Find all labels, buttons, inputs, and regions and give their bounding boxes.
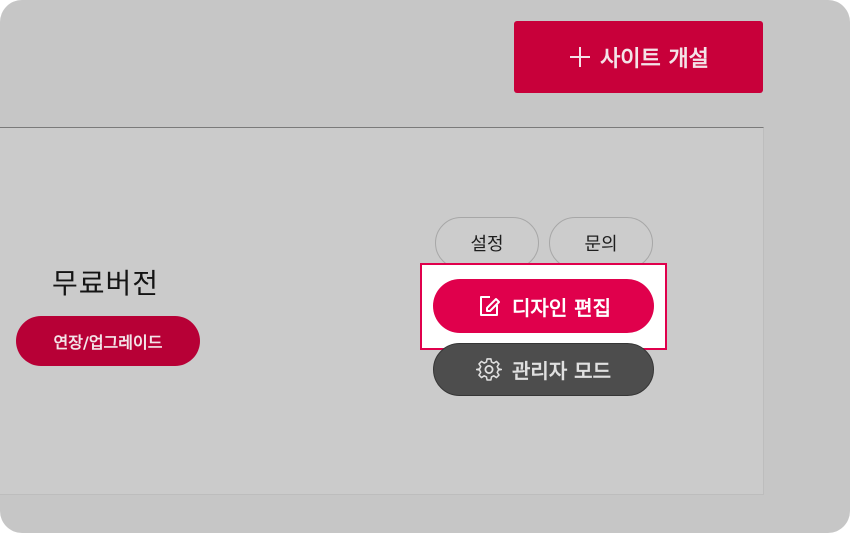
dimmed-backdrop: 사이트 개설 무료버전 연장/업그레이드 설정 문의 디자인 편집 관리자 모드 <box>0 0 850 533</box>
plus-icon <box>570 47 591 67</box>
inquiry-button[interactable]: 문의 <box>549 217 653 269</box>
design-edit-label: 디자인 편집 <box>512 295 611 320</box>
admin-mode-label: 관리자 모드 <box>512 359 611 383</box>
create-site-button[interactable]: 사이트 개설 <box>514 21 763 93</box>
create-site-label: 사이트 개설 <box>600 47 709 72</box>
edit-icon <box>480 296 501 316</box>
plan-name: 무료버전 <box>52 267 160 300</box>
admin-mode-button[interactable]: 관리자 모드 <box>433 343 654 396</box>
settings-button[interactable]: 설정 <box>435 217 539 269</box>
design-edit-button[interactable]: 디자인 편집 <box>433 279 654 333</box>
upgrade-button[interactable]: 연장/업그레이드 <box>16 316 200 366</box>
gear-icon <box>476 357 503 381</box>
